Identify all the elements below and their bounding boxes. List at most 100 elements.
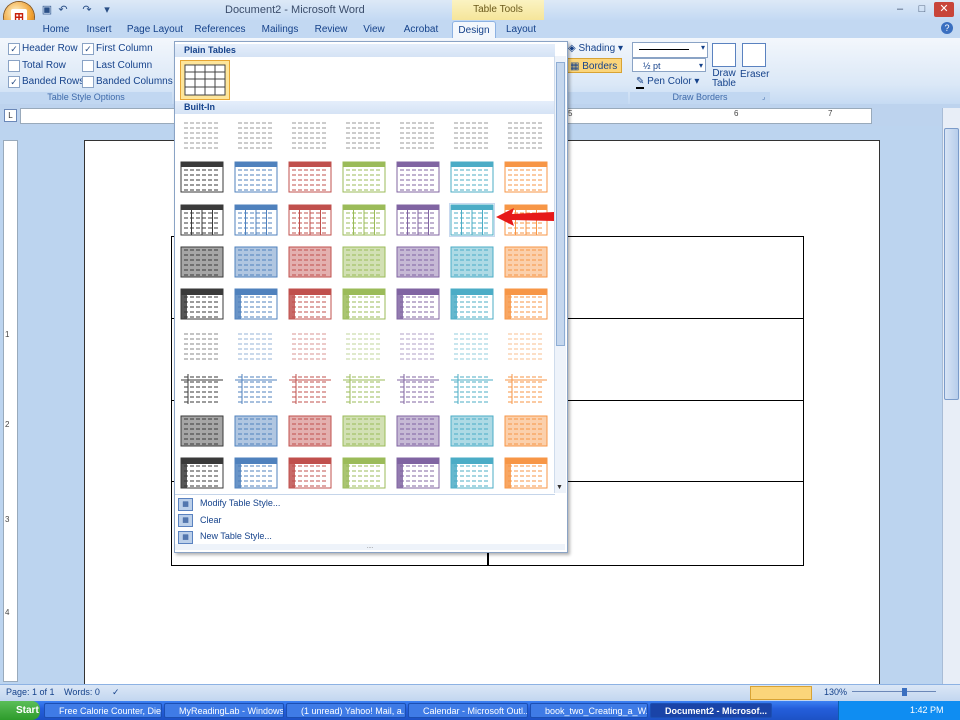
table-style-swatch[interactable] bbox=[234, 161, 278, 193]
header-row-checkbox[interactable]: ✓ bbox=[8, 43, 20, 55]
table-style-swatch[interactable] bbox=[288, 288, 332, 320]
table-style-swatch[interactable] bbox=[234, 457, 278, 489]
table-style-swatch[interactable] bbox=[504, 246, 548, 278]
taskbar-item[interactable]: Calendar - Microsoft Outl... bbox=[408, 703, 528, 718]
line-style-select[interactable]: ▾ bbox=[632, 42, 708, 58]
tab-acrobat[interactable]: Acrobat bbox=[398, 21, 444, 38]
taskbar-item[interactable]: Free Calorie Counter, Die... bbox=[44, 703, 162, 718]
view-buttons[interactable] bbox=[750, 686, 812, 700]
table-style-swatch[interactable] bbox=[396, 330, 440, 362]
table-style-swatch[interactable] bbox=[288, 204, 332, 236]
table-style-swatch[interactable] bbox=[449, 203, 495, 237]
zoom-level[interactable]: 130% bbox=[824, 687, 847, 697]
table-style-swatch[interactable] bbox=[342, 288, 386, 320]
taskbar-item[interactable]: book_two_Creating_a_W... bbox=[530, 703, 648, 718]
table-style-swatch[interactable] bbox=[396, 119, 440, 151]
table-style-swatch[interactable] bbox=[288, 119, 332, 151]
table-style-swatch[interactable] bbox=[504, 288, 548, 320]
table-style-swatch[interactable] bbox=[504, 330, 548, 362]
banded-columns-checkbox[interactable] bbox=[82, 76, 94, 88]
table-style-swatch[interactable] bbox=[504, 373, 548, 405]
table-style-swatch[interactable] bbox=[180, 246, 224, 278]
plain-table-style[interactable] bbox=[180, 60, 230, 100]
table-style-swatch[interactable] bbox=[450, 119, 494, 151]
table-style-swatch[interactable] bbox=[342, 119, 386, 151]
dialog-launcher-icon[interactable]: ⌟ bbox=[762, 93, 770, 101]
table-style-swatch[interactable] bbox=[450, 246, 494, 278]
tab-selector-icon[interactable]: L bbox=[4, 109, 17, 122]
table-style-swatch[interactable] bbox=[180, 330, 224, 362]
clear-item[interactable]: Clear bbox=[200, 515, 222, 525]
new-table-style-item[interactable]: New Table Style... bbox=[200, 531, 272, 541]
table-style-swatch[interactable] bbox=[450, 288, 494, 320]
table-style-swatch[interactable] bbox=[342, 330, 386, 362]
table-style-swatch[interactable] bbox=[234, 246, 278, 278]
tab-references[interactable]: References bbox=[192, 21, 248, 38]
table-style-swatch[interactable] bbox=[396, 373, 440, 405]
table-style-swatch[interactable] bbox=[342, 161, 386, 193]
table-style-swatch[interactable] bbox=[288, 415, 332, 447]
table-style-swatch[interactable] bbox=[396, 204, 440, 236]
draw-table-label[interactable]: Draw Table bbox=[712, 69, 736, 89]
tab-home[interactable]: Home bbox=[38, 21, 74, 38]
table-style-swatch[interactable] bbox=[396, 161, 440, 193]
table-style-swatch[interactable] bbox=[288, 161, 332, 193]
table-style-swatch[interactable] bbox=[342, 373, 386, 405]
taskbar-item[interactable]: MyReadingLab - Windows... bbox=[164, 703, 284, 718]
table-style-swatch[interactable] bbox=[234, 373, 278, 405]
table-style-swatch[interactable] bbox=[450, 415, 494, 447]
tab-mailings[interactable]: Mailings bbox=[256, 21, 304, 38]
table-style-swatch[interactable] bbox=[234, 330, 278, 362]
table-style-swatch[interactable] bbox=[180, 119, 224, 151]
table-style-swatch[interactable] bbox=[504, 161, 548, 193]
table-style-swatch[interactable] bbox=[342, 457, 386, 489]
table-style-swatch[interactable] bbox=[396, 246, 440, 278]
vertical-ruler[interactable] bbox=[3, 140, 18, 682]
table-style-swatch[interactable] bbox=[342, 415, 386, 447]
table-style-swatch[interactable] bbox=[396, 288, 440, 320]
table-style-swatch[interactable] bbox=[342, 246, 386, 278]
zoom-thumb[interactable] bbox=[902, 688, 907, 696]
maximize-icon[interactable]: □ bbox=[912, 2, 932, 17]
pen-color-button[interactable]: ✎ Pen Color ▾ bbox=[636, 76, 699, 89]
minimize-icon[interactable]: – bbox=[890, 2, 910, 17]
tab-review[interactable]: Review bbox=[310, 21, 352, 38]
redo-icon[interactable]: ↷ bbox=[80, 3, 94, 17]
last-column-checkbox[interactable] bbox=[82, 60, 94, 72]
word-count[interactable]: Words: 0 bbox=[64, 687, 100, 697]
first-column-checkbox[interactable]: ✓ bbox=[82, 43, 94, 55]
modify-table-style-item[interactable]: Modify Table Style... bbox=[200, 498, 280, 508]
table-style-swatch[interactable] bbox=[504, 119, 548, 151]
table-style-swatch[interactable] bbox=[180, 204, 224, 236]
close-icon[interactable]: ✕ bbox=[934, 2, 954, 17]
table-style-swatch[interactable] bbox=[288, 330, 332, 362]
table-style-swatch[interactable] bbox=[450, 330, 494, 362]
zoom-slider[interactable] bbox=[852, 688, 936, 696]
total-row-checkbox[interactable] bbox=[8, 60, 20, 72]
tab-layout[interactable]: Layout bbox=[502, 21, 540, 38]
taskbar-item-active[interactable]: Document2 - Microsof... bbox=[650, 703, 772, 718]
table-style-swatch[interactable] bbox=[504, 457, 548, 489]
table-style-swatch[interactable] bbox=[234, 204, 278, 236]
table-style-swatch[interactable] bbox=[450, 161, 494, 193]
page-count[interactable]: Page: 1 of 1 bbox=[6, 687, 55, 697]
table-style-swatch[interactable] bbox=[180, 415, 224, 447]
table-style-swatch[interactable] bbox=[450, 373, 494, 405]
tab-page-layout[interactable]: Page Layout bbox=[126, 21, 184, 38]
table-style-swatch[interactable] bbox=[288, 457, 332, 489]
table-style-swatch[interactable] bbox=[450, 457, 494, 489]
scroll-down-icon[interactable]: ▼ bbox=[556, 484, 563, 491]
table-style-swatch[interactable] bbox=[234, 119, 278, 151]
eraser-icon[interactable] bbox=[742, 43, 766, 67]
shading-button[interactable]: ◈ Shading ▾ bbox=[568, 43, 623, 54]
eraser-label[interactable]: Eraser bbox=[740, 69, 769, 80]
borders-button[interactable]: ▦ Borders bbox=[566, 58, 622, 73]
customize-qat-icon[interactable]: ▾ bbox=[100, 3, 114, 17]
document-scroll-thumb[interactable] bbox=[944, 128, 959, 400]
table-style-swatch[interactable] bbox=[396, 457, 440, 489]
gallery-scroll-thumb[interactable] bbox=[556, 62, 565, 346]
taskbar-item[interactable]: (1 unread) Yahoo! Mail, a... bbox=[286, 703, 406, 718]
table-style-swatch[interactable] bbox=[180, 373, 224, 405]
clock[interactable]: 1:42 PM bbox=[910, 705, 944, 715]
save-icon[interactable]: ▣ bbox=[40, 3, 54, 17]
